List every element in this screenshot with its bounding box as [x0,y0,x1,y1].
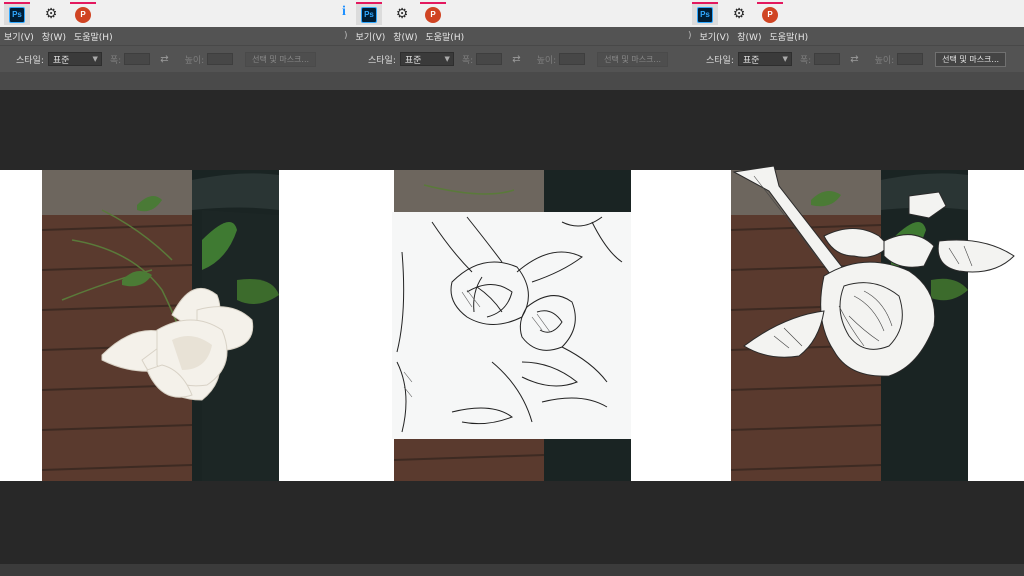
menu-help[interactable]: 도움말(H) [769,30,808,43]
powerpoint-taskbar-button[interactable]: P [757,2,783,25]
menu-help[interactable]: 도움말(H) [74,30,113,43]
width-input[interactable] [476,53,503,65]
gear-icon: ⚙ [44,5,58,22]
document-tab-bar [0,72,340,90]
taskbar: Ps ⚙ P [684,0,1024,27]
style-select[interactable]: 표준 ▼ [47,52,102,66]
photoshop-taskbar-button[interactable]: Ps [356,2,382,25]
height-input[interactable] [207,53,234,65]
width-label: 폭: [799,55,812,66]
powerpoint-icon: P [762,6,778,23]
photoshop-window-1: Ps ⚙ P 보기(V) 창(W) 도움말(H) 스타일: 표준 ▼ 폭: ⇄ … [0,0,340,576]
settings-taskbar-button[interactable]: ⚙ [726,2,752,25]
height-label: 높이: [184,55,205,66]
document-canvas[interactable] [340,170,684,481]
menu-window[interactable]: 창(W) [393,30,417,43]
height-label: 높이: [536,55,557,66]
photoshop-taskbar-button[interactable]: Ps [692,2,718,25]
swap-arrows-icon[interactable]: ⇄ [850,54,858,65]
info-icon[interactable]: i [342,4,346,20]
settings-taskbar-button[interactable]: ⚙ [389,2,415,25]
status-strip [340,564,684,576]
taskbar: i Ps ⚙ P [340,0,684,27]
height-input[interactable] [897,53,924,65]
select-and-mask-button[interactable]: 선택 및 마스크... [597,51,669,67]
menu-bar: ) 보기(V) 창(W) 도움말(H) [340,27,684,45]
powerpoint-taskbar-button[interactable]: P [420,2,446,25]
width-input[interactable] [124,53,151,65]
photoshop-taskbar-button[interactable]: Ps [4,2,30,25]
style-label: 스타일: [16,55,44,66]
options-bar: 스타일: 표준 ▼ 폭: ⇄ 높이: 선택 및 마스크... [0,45,340,72]
width-label: 폭: [109,55,122,66]
rose-photo [42,170,279,481]
style-select-value: 표준 [404,55,422,66]
select-and-mask-button[interactable]: 선택 및 마스크... [245,51,317,67]
document-canvas[interactable] [684,166,1024,481]
chevron-down-icon: ▼ [444,55,450,63]
swap-arrows-icon[interactable]: ⇄ [512,54,520,65]
sketch-rose-overlay [732,166,1015,377]
style-select-value: 표준 [742,55,760,66]
document-tab-bar [684,72,1024,90]
status-strip [684,564,1024,576]
photoshop-window-2: i Ps ⚙ P ) 보기(V) 창(W) 도움말(H) 스타일: 표준 ▼ 폭… [340,0,684,576]
chevron-down-icon: ▼ [782,55,788,63]
menu-cut-item: ) [688,31,692,41]
document-canvas[interactable] [0,170,340,481]
photoshop-window-3: Ps ⚙ P ) 보기(V) 창(W) 도움말(H) 스타일: 표준 ▼ 폭: … [684,0,1024,576]
style-label: 스타일: [368,55,396,66]
pencil-sketch-layer [392,212,631,439]
style-select[interactable]: 표준 ▼ [399,52,454,66]
select-and-mask-button[interactable]: 선택 및 마스크... [935,51,1007,67]
menu-cut-item: ) [344,31,348,41]
width-input[interactable] [814,53,841,65]
menu-help[interactable]: 도움말(H) [425,30,464,43]
menu-window[interactable]: 창(W) [42,30,66,43]
status-strip [0,564,340,576]
photoshop-icon: Ps [9,6,25,23]
gear-icon: ⚙ [732,5,746,22]
style-select-value: 표준 [52,55,70,66]
photoshop-icon: Ps [361,6,377,23]
photoshop-icon: Ps [697,6,713,23]
menu-view[interactable]: 보기(V) [700,30,730,43]
style-select[interactable]: 표준 ▼ [737,52,792,66]
sketch-image [396,216,623,433]
document-tab-bar [340,72,684,90]
options-bar: 스타일: 표준 ▼ 폭: ⇄ 높이: 선택 및 마스크... [340,45,684,72]
height-label: 높이: [874,55,895,66]
chevron-down-icon: ▼ [92,55,98,63]
menu-window[interactable]: 창(W) [737,30,761,43]
style-label: 스타일: [706,55,734,66]
menu-bar: 보기(V) 창(W) 도움말(H) [0,27,340,45]
powerpoint-taskbar-button[interactable]: P [70,2,96,25]
menu-view[interactable]: 보기(V) [356,30,386,43]
swap-arrows-icon[interactable]: ⇄ [160,54,168,65]
taskbar: Ps ⚙ P [0,0,340,27]
gear-icon: ⚙ [395,5,409,22]
rose-photo-image [42,170,279,481]
menu-bar: ) 보기(V) 창(W) 도움말(H) [684,27,1024,45]
menu-view[interactable]: 보기(V) [4,30,34,43]
width-label: 폭: [461,55,474,66]
powerpoint-icon: P [425,6,441,23]
settings-taskbar-button[interactable]: ⚙ [38,2,64,25]
powerpoint-icon: P [75,6,91,23]
options-bar: 스타일: 표준 ▼ 폭: ⇄ 높이: 선택 및 마스크... [684,45,1024,72]
height-input[interactable] [559,53,586,65]
